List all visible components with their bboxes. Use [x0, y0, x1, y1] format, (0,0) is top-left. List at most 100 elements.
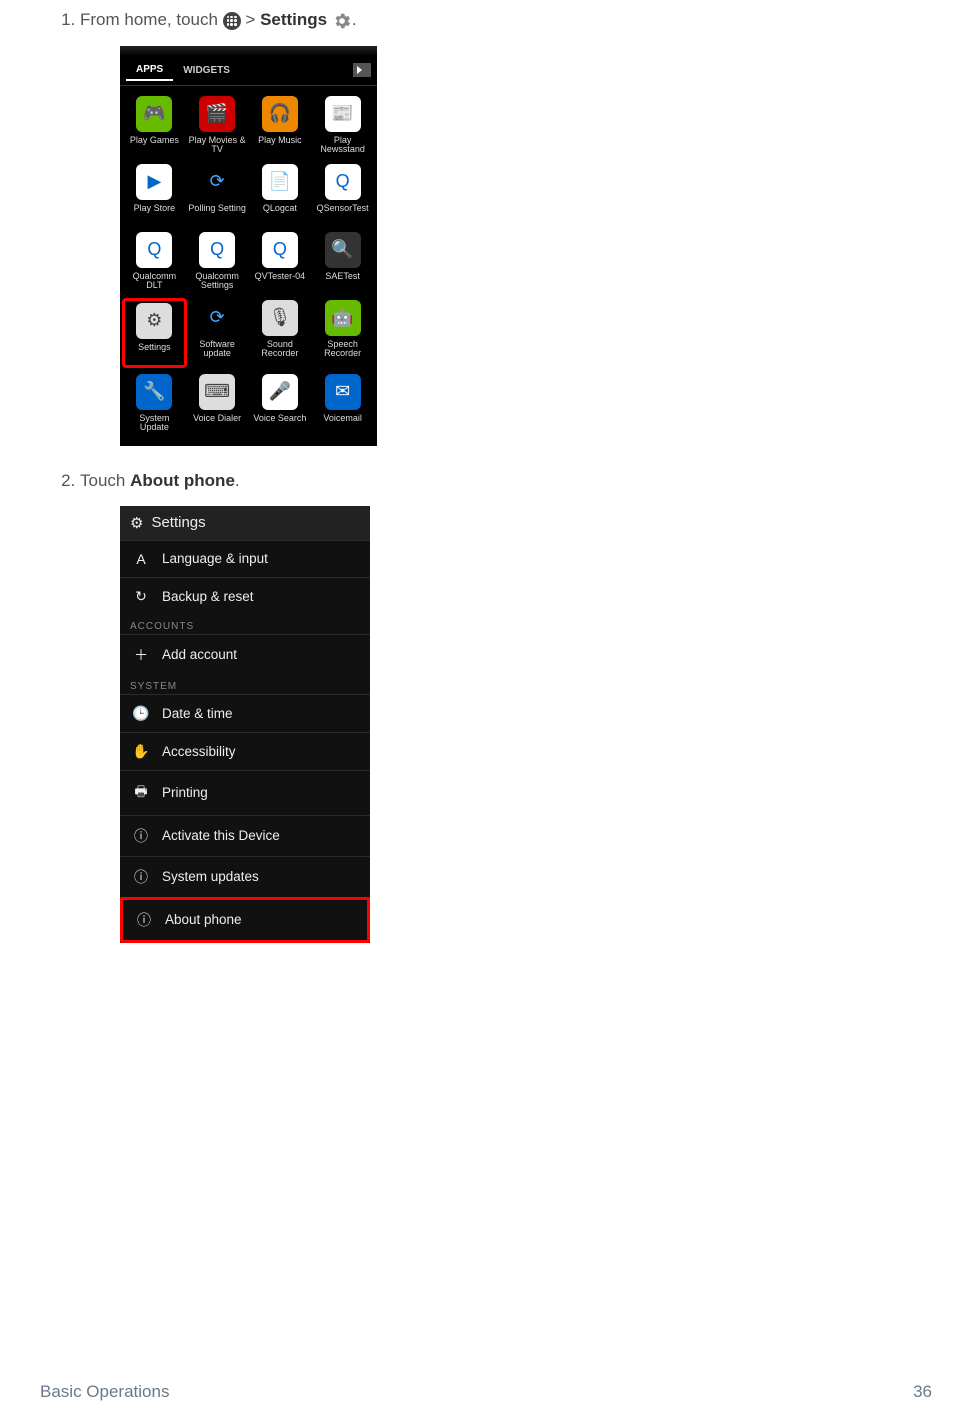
row-icon: A: [132, 551, 150, 567]
app-icon: Q: [325, 164, 361, 200]
step1-prefix: From home, touch: [80, 10, 223, 29]
app-label: SAETest: [325, 272, 360, 292]
gear-icon: [332, 11, 352, 31]
app-voice-dialer[interactable]: ⌨ Voice Dialer: [187, 374, 248, 434]
setting-activate-this-device[interactable]: ⓘ Activate this Device: [120, 815, 370, 856]
app-icon: 🎮: [136, 96, 172, 132]
row-label: Backup & reset: [162, 589, 254, 604]
app-icon: 🔍: [325, 232, 361, 268]
app-software-update[interactable]: ⟳ Software update: [187, 300, 248, 366]
footer-right: 36: [913, 1382, 932, 1402]
app-settings[interactable]: ⚙ Settings: [122, 298, 187, 368]
tab-widgets[interactable]: WIDGETS: [173, 61, 240, 80]
app-voicemail[interactable]: ✉ Voicemail: [312, 374, 373, 434]
step-1: From home, touch > Settings . APPS WIDGE…: [80, 10, 932, 446]
app-label: Voicemail: [323, 414, 362, 434]
row-icon: ↻: [132, 588, 150, 605]
app-play-newsstand[interactable]: 📰Play Newsstand: [312, 96, 373, 156]
step-2: Touch About phone. ⚙ Settings ALanguage …: [80, 471, 932, 943]
app-icon: 📄: [262, 164, 298, 200]
app-qualcomm-settings[interactable]: Q Qualcomm Settings: [187, 232, 248, 292]
app-icon: ⌨: [199, 374, 235, 410]
row-label: Accessibility: [162, 744, 236, 759]
app-icon: Q: [199, 232, 235, 268]
app-icon: 🎤: [262, 374, 298, 410]
step2-suffix: .: [235, 471, 240, 490]
app-icon: ▶: [136, 164, 172, 200]
app-label: Qualcomm DLT: [124, 272, 185, 292]
gear-icon: ⚙: [130, 514, 143, 532]
setting-backup-reset[interactable]: ↻ Backup & reset: [120, 577, 370, 615]
app-icon: 🎙: [262, 300, 298, 336]
app-polling-setting[interactable]: ⟳ Polling Setting: [187, 164, 248, 224]
app-label: Play Movies & TV: [187, 136, 248, 156]
app-label: Play Music: [258, 136, 302, 156]
section-system: SYSTEM: [120, 675, 370, 694]
app-system-update[interactable]: 🔧System Update: [124, 374, 185, 434]
row-icon: ⓘ: [132, 867, 150, 887]
setting-about-phone[interactable]: ⓘAbout phone: [120, 897, 370, 943]
row-label: Printing: [162, 785, 208, 800]
app-label: Speech Recorder: [312, 340, 373, 360]
row-icon: ⓘ: [132, 826, 150, 846]
app-label: QLogcat: [263, 204, 297, 224]
row-label: Language & input: [162, 551, 268, 566]
app-icon: 🎬: [199, 96, 235, 132]
app-label: Settings: [138, 343, 171, 363]
app-icon: 🤖: [325, 300, 361, 336]
app-label: Qualcomm Settings: [187, 272, 248, 292]
app-play-movies-tv[interactable]: 🎬 Play Movies & TV: [187, 96, 248, 156]
row-label: Activate this Device: [162, 828, 280, 843]
app-label: Sound Recorder: [250, 340, 311, 360]
page-footer: Basic Operations 36: [40, 1382, 932, 1402]
setting-system-updates[interactable]: ⓘ System updates: [120, 856, 370, 897]
setting-add-account[interactable]: ＋Add account: [120, 634, 370, 675]
app-icon: Q: [136, 232, 172, 268]
apps-screenshot: APPS WIDGETS 🎮 Play Games 🎬 Play Movies & T…: [120, 46, 377, 446]
setting-date-time[interactable]: 🕒Date & time: [120, 694, 370, 732]
app-icon: ⚙: [136, 303, 172, 339]
setting-printing[interactable]: 🖶Printing: [120, 770, 370, 815]
row-label: Date & time: [162, 706, 233, 721]
app-label: Software update: [187, 340, 248, 360]
row-icon: ⓘ: [135, 910, 153, 930]
app-play-games[interactable]: 🎮 Play Games: [124, 96, 185, 156]
row-label: System updates: [162, 869, 259, 884]
app-qualcomm-dlt[interactable]: Q Qualcomm DLT: [124, 232, 185, 292]
app-sound-recorder[interactable]: 🎙 Sound Recorder: [250, 300, 311, 366]
app-label: QVTester-04: [255, 272, 306, 292]
step1-settings: Settings: [260, 10, 327, 29]
app-qvtester-04[interactable]: QQVTester-04: [250, 232, 311, 292]
tab-bar: APPS WIDGETS: [120, 56, 377, 86]
app-saetest[interactable]: 🔍 SAETest: [312, 232, 373, 292]
app-icon: ✉: [325, 374, 361, 410]
setting-accessibility[interactable]: ✋ Accessibility: [120, 732, 370, 770]
tab-apps[interactable]: APPS: [126, 60, 173, 81]
app-label: QSensorTest: [317, 204, 369, 224]
app-play-music[interactable]: 🎧Play Music: [250, 96, 311, 156]
app-play-store[interactable]: ▶ Play Store: [124, 164, 185, 224]
app-label: Play Newsstand: [312, 136, 373, 156]
app-icon: ⟳: [199, 300, 235, 336]
app-qsensortest[interactable]: Q QSensorTest: [312, 164, 373, 224]
app-speech-recorder[interactable]: 🤖 Speech Recorder: [312, 300, 373, 366]
settings-screenshot: ⚙ Settings ALanguage & input↻Backup & re…: [120, 506, 370, 943]
row-icon: ＋: [132, 645, 150, 665]
step2-prefix: Touch: [80, 471, 130, 490]
app-icon: 🔧: [136, 374, 172, 410]
row-icon: ✋: [132, 743, 150, 760]
app-voice-search[interactable]: 🎤 Voice Search: [250, 374, 311, 434]
app-label: Polling Setting: [188, 204, 246, 224]
shop-icon[interactable]: [353, 63, 371, 77]
app-label: Play Store: [134, 204, 176, 224]
setting-language-input[interactable]: A Language & input: [120, 540, 370, 577]
apps-icon: [223, 12, 241, 30]
footer-left: Basic Operations: [40, 1382, 169, 1402]
step1-sep: >: [245, 10, 260, 29]
app-label: Voice Search: [253, 414, 306, 434]
app-icon: ⟳: [199, 164, 235, 200]
app-qlogcat[interactable]: 📄 QLogcat: [250, 164, 311, 224]
step2-bold: About phone: [130, 471, 235, 490]
app-label: Play Games: [130, 136, 179, 156]
app-label: Voice Dialer: [193, 414, 241, 434]
